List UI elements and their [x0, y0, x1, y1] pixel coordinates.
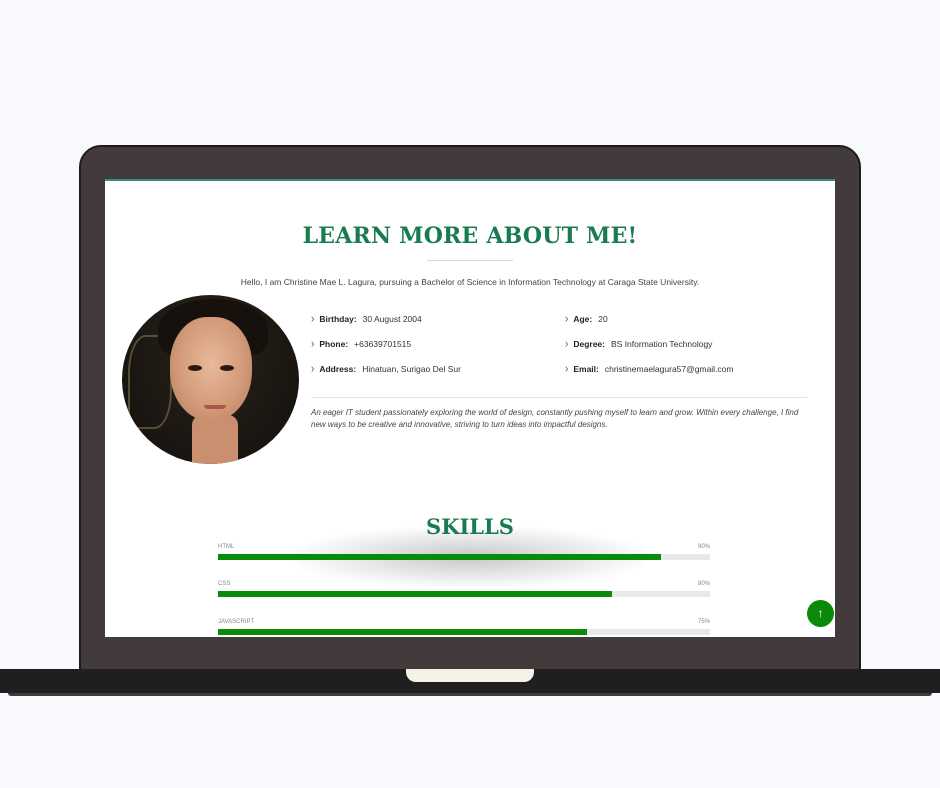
skill-track — [218, 554, 710, 560]
arrow-up-icon: ↑ — [817, 606, 824, 620]
info-age: › Age: 20 — [565, 312, 608, 327]
laptop-notch — [406, 669, 534, 682]
skill-label: HTML — [218, 544, 235, 550]
info-degree: › Degree: BS Information Technology — [565, 337, 713, 352]
profile-photo — [122, 295, 299, 464]
skill-track — [218, 629, 710, 635]
title-underline — [427, 260, 513, 261]
info-phone: › Phone: +63639701515 — [311, 337, 412, 352]
skill-track — [218, 591, 710, 597]
skill-javascript: JAVASCRIPT 75% — [218, 619, 710, 635]
about-intro: Hello, I am Christine Mae L. Lagura, pur… — [240, 277, 700, 287]
chevron-right-icon: › — [565, 362, 569, 377]
bio-text: An eager IT student passionately explori… — [311, 408, 799, 429]
skill-fill — [218, 591, 612, 597]
webpage-screen: LEARN MORE ABOUT ME! Hello, I am Christi… — [105, 179, 835, 637]
chevron-right-icon: › — [565, 312, 569, 327]
skill-fill — [218, 554, 661, 560]
back-to-top-button[interactable]: ↑ — [807, 600, 834, 627]
skill-fill — [218, 629, 587, 635]
info-birthday: › Birthday: 30 August 2004 — [311, 312, 422, 327]
skill-label: JAVASCRIPT — [218, 619, 255, 625]
chevron-right-icon: › — [565, 337, 569, 352]
info-address: › Address: Hinatuan, Surigao Del Sur — [311, 362, 461, 377]
chevron-right-icon: › — [311, 312, 315, 327]
chevron-right-icon: › — [311, 362, 315, 377]
laptop-base-shadow — [8, 693, 932, 696]
about-title: LEARN MORE ABOUT ME! — [302, 223, 638, 249]
skill-css: CSS 80% — [218, 581, 710, 597]
skill-percent: 90% — [697, 544, 710, 550]
chevron-right-icon: › — [311, 337, 315, 352]
skill-label: CSS — [218, 581, 231, 587]
skill-html: HTML 90% — [218, 544, 710, 560]
info-email: › Email: christinemaelagura57@gmail.com — [565, 362, 734, 377]
skill-percent: 80% — [697, 581, 710, 587]
skills-title: SKILLS — [426, 514, 514, 539]
skill-percent: 75% — [697, 619, 710, 625]
divider — [311, 397, 807, 398]
